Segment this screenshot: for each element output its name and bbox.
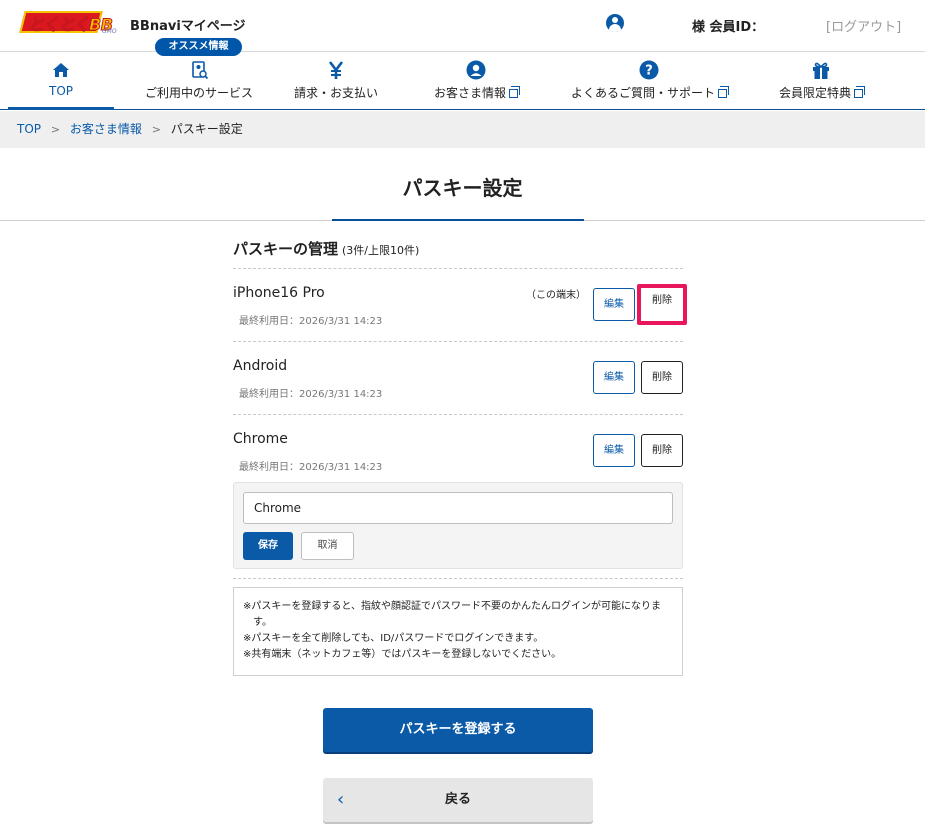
breadcrumb-current: パスキー設定 — [170, 122, 243, 136]
chevron-right-icon: > — [50, 123, 61, 136]
divider — [233, 578, 683, 579]
delete-button[interactable]: 削除 — [641, 361, 683, 394]
question-icon: ? — [639, 60, 659, 80]
chevron-left-icon: ‹ — [337, 789, 345, 810]
edit-button[interactable]: 編集 — [593, 434, 635, 467]
divider — [233, 341, 683, 342]
passkey-name: iPhone16 Pro — [233, 285, 325, 301]
nav-item-services[interactable]: ご利用中のサービス — [136, 52, 262, 110]
rename-form: Chrome 保存 取消 — [233, 482, 683, 569]
divider — [233, 414, 683, 415]
passkey-last-used: 最終利用日：2026/3/31 14:23 — [239, 389, 383, 400]
nav-label: ご利用中のサービス — [144, 86, 253, 100]
note-text: ※共有端末（ネットカフェ等）ではパスキーを登録しないでください。 — [243, 649, 562, 660]
nav-label: TOP — [48, 84, 73, 98]
edit-button[interactable]: 編集 — [593, 288, 635, 321]
page-title: パスキー設定 — [402, 176, 523, 200]
nav-label: 請求・お支払い — [293, 86, 378, 100]
nav-item-top[interactable]: TOP — [8, 52, 114, 110]
passkey-name: Android — [233, 358, 288, 374]
logo-sub: GMO — [102, 28, 117, 35]
note-text: ※パスキーを登録すると、指紋や顔認証でパスワード不要のかんたんログインが可能にな… — [243, 601, 661, 628]
external-link-icon — [509, 86, 520, 98]
save-button[interactable]: 保存 — [243, 532, 293, 560]
member-id-label: 様 会員ID： — [692, 20, 765, 35]
divider — [233, 268, 683, 269]
recommend-badge[interactable]: オススメ情報 — [155, 38, 242, 56]
nav-label: お客さま情報 — [424, 84, 528, 101]
delete-button[interactable]: 削除 — [637, 284, 687, 325]
delete-button[interactable]: 削除 — [641, 434, 683, 467]
passkey-last-used: 最終利用日：2026/3/31 14:23 — [239, 462, 383, 473]
note-text: ※パスキーを全て削除しても、ID/パスワードでログインできます。 — [243, 633, 544, 644]
breadcrumb: TOP > お客さま情報 > パスキー設定 — [0, 111, 925, 148]
notes-box: ※パスキーを登録すると、指紋や顔認証でパスワード不要のかんたんログインが可能にな… — [233, 587, 683, 676]
logo[interactable]: とくとくBB — [27, 11, 113, 35]
register-passkey-button[interactable]: パスキーを登録する — [323, 708, 593, 752]
section-title: パスキーの管理 (3件/上限10件) — [233, 240, 420, 258]
app-title: BBnaviマイページ — [130, 19, 246, 34]
nav-item-billing[interactable]: 請求・お支払い — [285, 52, 387, 110]
chevron-right-icon: > — [151, 123, 161, 136]
breadcrumb-top[interactable]: TOP — [17, 122, 41, 136]
back-label: 戻る — [444, 792, 471, 807]
user-icon — [606, 14, 624, 32]
passkey-name: Chrome — [233, 431, 288, 447]
nav-item-faq-support[interactable]: ? よくあるご質問・サポート — [562, 52, 736, 110]
nav-label: よくあるご質問・サポート — [562, 84, 736, 101]
main-nav: TOP ご利用中のサービス 請求・お支払い お客さま情報 ? よくあるご質問・サ… — [0, 52, 925, 110]
home-icon — [53, 63, 69, 77]
passkey-last-used: 最終利用日：2026/3/31 14:23 — [239, 316, 383, 327]
yen-icon — [328, 61, 344, 79]
nav-item-member-benefits[interactable]: 会員限定特典 — [772, 52, 870, 110]
nav-label: 会員限定特典 — [772, 84, 870, 101]
title-accent — [332, 219, 584, 221]
passkey-name-input[interactable]: Chrome — [243, 492, 673, 524]
service-search-icon — [192, 61, 209, 80]
breadcrumb-customer-info[interactable]: お客さま情報 — [70, 122, 142, 136]
external-link-icon — [854, 86, 865, 98]
gift-icon — [813, 62, 829, 79]
this-device-label: （この端末） — [526, 290, 586, 301]
passkey-count: (3件/上限10件) — [342, 244, 420, 257]
header: とくとくBB GMO BBnaviマイページ 様 会員ID： [ログアウト] — [0, 0, 925, 52]
user-icon — [466, 60, 486, 80]
edit-button[interactable]: 編集 — [593, 361, 635, 394]
nav-item-customer-info[interactable]: お客さま情報 — [424, 52, 528, 110]
external-link-icon — [718, 86, 729, 98]
back-button[interactable]: ‹ 戻る — [323, 778, 593, 822]
svg-text:?: ? — [645, 64, 653, 79]
logout-link[interactable]: [ログアウト] — [826, 16, 901, 35]
cancel-button[interactable]: 取消 — [301, 532, 354, 560]
